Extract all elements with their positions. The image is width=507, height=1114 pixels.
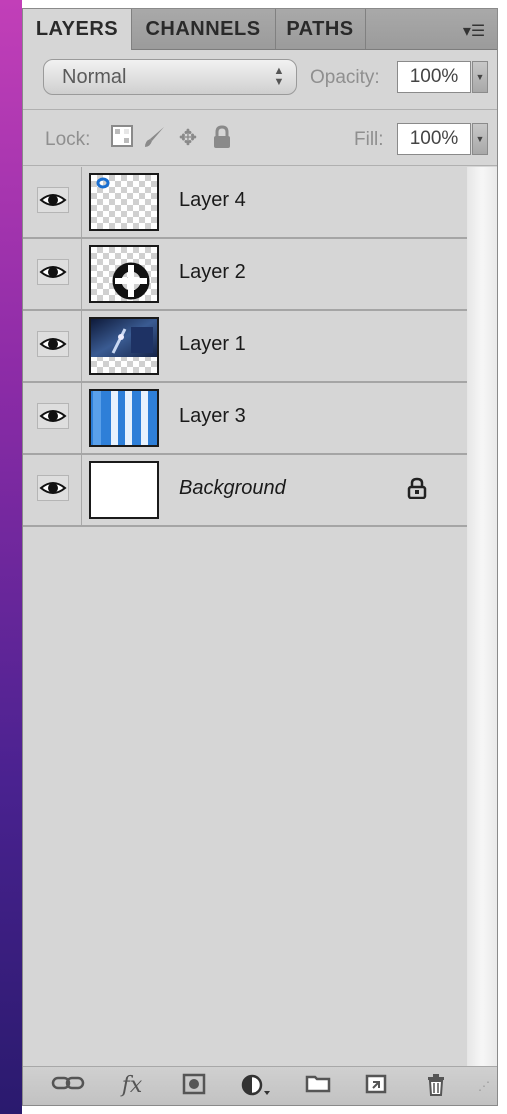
layer-row[interactable]: Layer 4 [23,167,467,239]
layer-thumbnail [89,461,159,519]
eye-icon [39,266,67,278]
lock-image-pixels-icon[interactable] [141,125,167,151]
link-layers-icon[interactable] [51,1073,85,1099]
adjustment-layer-icon[interactable] [239,1073,273,1099]
tab-layers[interactable]: LAYERS [23,9,132,50]
divider [23,109,497,110]
visibility-toggle[interactable] [23,239,82,309]
fill-field[interactable]: 100% [397,123,471,155]
lock-position-icon[interactable]: ✥ [175,125,201,151]
new-group-icon[interactable] [303,1073,333,1099]
visibility-toggle[interactable] [23,383,82,453]
lock-all-icon[interactable] [209,125,235,151]
resize-grip-icon[interactable]: ⋰ [475,1073,493,1099]
tab-channels[interactable]: CHANNELS [131,9,276,49]
panel-menu-icon[interactable]: ▾☰ [461,21,487,40]
lock-label: Lock: [45,129,91,150]
layer-thumbnail [89,389,159,447]
layers-list: Layer 4 Layer 2 Layer 1 Layer 3 Backgrou… [23,167,497,1087]
layer-style-fx-icon[interactable]: fx [115,1073,149,1099]
layer-row[interactable]: Layer 3 [23,383,467,455]
opacity-label: Opacity: [310,67,380,88]
layer-mask-icon[interactable] [179,1073,209,1099]
eye-icon [39,410,67,422]
layer-row[interactable]: Layer 2 [23,239,467,311]
layer-thumbnail [89,245,159,303]
layer-name: Layer 4 [179,189,246,211]
opacity-dropdown-button[interactable]: ▼ [472,61,488,93]
layers-footer-toolbar: fx ⋰ [23,1066,497,1105]
layer-row-background[interactable]: Background [23,455,467,527]
blend-mode-value: Normal [62,66,127,88]
visibility-toggle[interactable] [23,455,82,525]
window-edge-accent [0,0,22,1114]
eye-icon [39,482,67,494]
blend-opacity-row: Normal ▲ ▼ Opacity: 100% ▼ [23,55,497,111]
opacity-field[interactable]: 100% [397,61,471,93]
layers-panel: LAYERS CHANNELS PATHS ▾☰ Normal ▲ ▼ Opaci… [22,8,498,1106]
layer-row[interactable]: Layer 1 [23,311,467,383]
panel-tab-bar: LAYERS CHANNELS PATHS ▾☰ [23,9,497,50]
blend-mode-select[interactable]: Normal ▲ ▼ [43,59,297,95]
fill-label: Fill: [354,129,384,150]
tab-paths[interactable]: PATHS [275,9,366,49]
new-layer-icon[interactable] [361,1073,391,1099]
lock-icon [407,477,427,504]
layer-name: Background [179,477,286,499]
eye-icon [39,338,67,350]
lock-transparent-pixels-icon[interactable] [109,125,135,151]
eye-icon [39,194,67,206]
divider [23,165,497,166]
fill-dropdown-button[interactable]: ▼ [472,123,488,155]
lock-fill-row: Lock: ✥ Fill: 100% ▼ [23,111,497,165]
layer-thumbnail [89,317,159,375]
visibility-toggle[interactable] [23,167,82,237]
layer-name: Layer 3 [179,405,246,427]
layer-thumbnail [89,173,159,231]
trash-icon[interactable] [421,1073,451,1099]
stepper-arrows-icon: ▲ ▼ [273,65,285,88]
layer-name: Layer 2 [179,261,246,283]
scrollbar[interactable] [467,167,497,1087]
layer-name: Layer 1 [179,333,246,355]
visibility-toggle[interactable] [23,311,82,381]
